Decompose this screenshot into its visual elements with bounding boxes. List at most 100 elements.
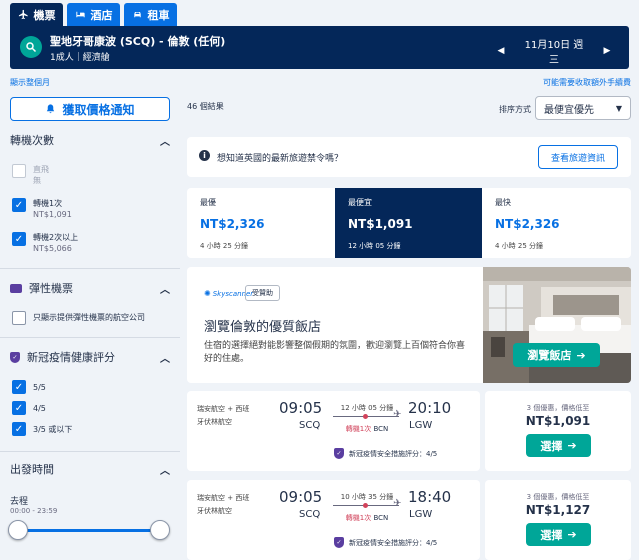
sort-tab-title: 最快 bbox=[495, 198, 511, 207]
sort-tab-cheapest[interactable]: 最便宜 NT$1,091 12 小時 05 分鐘 bbox=[335, 188, 482, 258]
sort-tab-title: 最便宜 bbox=[348, 198, 372, 207]
sort-tab-title: 最優 bbox=[200, 198, 216, 207]
sort-value: 最便宜優先 bbox=[544, 104, 594, 116]
covid-option-5[interactable]: ✓ 5/5 bbox=[12, 380, 46, 394]
covid-option-3[interactable]: ✓ 3/5 或以下 bbox=[12, 422, 72, 436]
price-alert-button[interactable]: 獲取價格通知 bbox=[10, 97, 170, 121]
hotel-ad-card[interactable]: ✺ Skyscanner 受贊助 瀏覽倫敦的優質飯店 住宿的選擇絕對能影響整個假期… bbox=[187, 267, 631, 383]
tab-cars[interactable]: 租車 bbox=[124, 3, 177, 26]
covid-rating-text: 新冠疫情安全措施評分：4/5 bbox=[349, 538, 438, 547]
info-icon: i bbox=[199, 150, 210, 161]
chevron-up-icon[interactable]: ︿ bbox=[160, 350, 170, 365]
covid-rating-text: 新冠疫情安全措施評分：4/5 bbox=[349, 449, 438, 458]
sponsored-badge: 受贊助 bbox=[245, 285, 280, 301]
tab-hotels[interactable]: 酒店 bbox=[67, 3, 120, 26]
flexible-filter-title: 彈性機票 bbox=[29, 282, 73, 295]
covid-filter-header[interactable]: ✓ 新冠疫情健康評分 ︿ bbox=[10, 349, 170, 365]
sort-tab-fastest[interactable]: 最快 NT$2,326 4 小時 25 分鐘 bbox=[482, 188, 631, 258]
airplane-icon: ✈ bbox=[393, 498, 402, 509]
option-label: 4/5 bbox=[33, 403, 46, 413]
sort-select[interactable]: 最便宜優先 ▼ bbox=[535, 96, 631, 120]
depart-airport: SCQ bbox=[299, 509, 321, 520]
airline-name: 瑞安航空 + 西班 牙伏林航空 bbox=[197, 494, 250, 515]
view-travel-info-button[interactable]: 查看旅遊資訊 bbox=[538, 145, 618, 169]
checkbox-two-plus[interactable]: ✓ bbox=[12, 232, 26, 246]
option-label: 5/5 bbox=[33, 382, 46, 392]
option-label: 轉機2次以上 bbox=[33, 233, 79, 242]
stop-dot bbox=[363, 503, 368, 508]
shield-icon: ✓ bbox=[10, 351, 20, 363]
sort-tab-duration: 12 小時 05 分鐘 bbox=[348, 242, 401, 250]
slider-handle-start[interactable] bbox=[8, 520, 28, 540]
next-date-icon[interactable]: ▶ bbox=[597, 46, 617, 56]
date-selector: ◀ 11月10日 週三 ▶ bbox=[491, 36, 617, 66]
travel-advisory-banner: i 想知道英國的最新旅遊禁令嗎？ 查看旅遊資訊 bbox=[187, 137, 631, 177]
advisory-text: 想知道英國的最新旅遊禁令嗎？ bbox=[217, 154, 344, 164]
flight-result-card[interactable]: 瑞安航空 + 西班 牙伏林航空 09:05 SCQ 10 小時 35 分鐘 ✈ 轉… bbox=[187, 480, 480, 560]
flight-result-card[interactable]: 瑞安航空 + 西班 牙伏林航空 09:05 SCQ 12 小時 05 分鐘 ✈ 轉… bbox=[187, 391, 480, 471]
covid-option-4[interactable]: ✓ 4/5 bbox=[12, 401, 46, 415]
stops-text: 轉機1次 BCN bbox=[345, 425, 389, 433]
dropdown-arrow-icon: ▼ bbox=[615, 103, 622, 113]
checkbox-one-stop[interactable]: ✓ bbox=[12, 198, 26, 212]
arrive-airport: LGW bbox=[409, 420, 433, 431]
select-label: 選擇 bbox=[540, 528, 563, 542]
stops-option-one[interactable]: ✓ 轉機1次 NT$1,091 bbox=[12, 198, 72, 220]
option-sub: NT$5,066 bbox=[33, 244, 72, 253]
flight-duration: 10 小時 35 分鐘 bbox=[340, 493, 394, 501]
baggage-fees-link[interactable]: 可能需要收取額外手續費 bbox=[543, 77, 631, 88]
flight-price-panel: 3 個優惠，價格低至 NT$1,091 選擇 ➔ bbox=[485, 391, 631, 471]
depart-time: 09:05 bbox=[279, 399, 323, 417]
flight-price: NT$1,091 bbox=[525, 414, 591, 428]
tab-flights[interactable]: 機票 bbox=[10, 3, 63, 26]
shield-icon: ✓ bbox=[334, 448, 344, 459]
tab-flights-label: 機票 bbox=[33, 8, 56, 22]
flexible-filter-header[interactable]: 彈性機票 ︿ bbox=[10, 280, 170, 296]
sort-tab-duration: 4 小時 25 分鐘 bbox=[200, 242, 249, 250]
time-slider-track[interactable] bbox=[18, 529, 160, 532]
checkbox-direct[interactable] bbox=[12, 164, 26, 178]
airline-name: 瑞安航空 + 西班 牙伏林航空 bbox=[197, 405, 250, 426]
sort-tab-best[interactable]: 最優 NT$2,326 4 小時 25 分鐘 bbox=[187, 188, 335, 258]
prev-date-icon[interactable]: ◀ bbox=[491, 46, 511, 56]
price-alert-label: 獲取價格通知 bbox=[62, 102, 135, 117]
stops-option-two-plus[interactable]: ✓ 轉機2次以上 NT$5,066 bbox=[12, 232, 78, 254]
flexible-option[interactable]: 只顯示提供彈性機票的航空公司 bbox=[12, 311, 145, 325]
hotel-ad-title: 瀏覽倫敦的優質飯店 bbox=[204, 320, 322, 335]
airplane-icon: ✈ bbox=[393, 409, 402, 420]
slider-handle-end[interactable] bbox=[150, 520, 170, 540]
search-summary-bar[interactable]: 聖地牙哥康波 (SCQ) - 倫敦 (任何) 1成人｜經濟艙 ◀ 11月10日 … bbox=[10, 26, 629, 69]
option-label: 3/5 或以下 bbox=[33, 424, 73, 434]
checkbox-covid-5[interactable]: ✓ bbox=[12, 380, 26, 394]
stops-filter-header[interactable]: 轉機次數 ︿ bbox=[10, 132, 170, 148]
shield-icon: ✓ bbox=[334, 537, 344, 548]
browse-hotels-label: 瀏覽飯店 bbox=[527, 349, 572, 362]
select-flight-button[interactable]: 選擇 ➔ bbox=[526, 434, 591, 457]
sunburst-icon: ✺ bbox=[204, 289, 211, 298]
car-icon bbox=[133, 11, 141, 18]
bell-icon bbox=[47, 104, 55, 114]
search-icon[interactable] bbox=[20, 36, 42, 58]
checkbox-covid-3[interactable]: ✓ bbox=[12, 422, 26, 436]
checkbox-flexible[interactable] bbox=[12, 311, 26, 325]
sort-label: 排序方式 bbox=[499, 105, 531, 114]
date-text[interactable]: 11月10日 週三 bbox=[521, 36, 587, 66]
option-label: 只顯示提供彈性機票的航空公司 bbox=[33, 313, 145, 322]
checkbox-covid-4[interactable]: ✓ bbox=[12, 401, 26, 415]
stop-dot bbox=[363, 414, 368, 419]
option-sub: NT$1,091 bbox=[33, 210, 72, 219]
arrow-right-icon: ➔ bbox=[567, 528, 577, 541]
stops-filter-title: 轉機次數 bbox=[10, 134, 54, 147]
browse-hotels-button[interactable]: 瀏覽飯店 ➔ bbox=[513, 343, 600, 367]
select-label: 選擇 bbox=[540, 439, 563, 453]
chevron-up-icon[interactable]: ︿ bbox=[160, 281, 170, 296]
sort-tab-price: NT$2,326 bbox=[200, 217, 265, 231]
chevron-up-icon[interactable]: ︿ bbox=[160, 133, 170, 148]
depart-time: 09:05 bbox=[279, 488, 323, 506]
select-flight-button[interactable]: 選擇 ➔ bbox=[526, 523, 591, 546]
show-whole-month-link[interactable]: 顯示整個月 bbox=[10, 77, 50, 88]
covid-rating: ✓ 新冠疫情安全措施評分：4/5 bbox=[334, 448, 437, 459]
chevron-up-icon[interactable]: ︿ bbox=[160, 462, 170, 477]
stops-option-direct[interactable]: 直飛無 bbox=[12, 164, 49, 186]
departure-filter-header[interactable]: 出發時間 ︿ bbox=[10, 461, 170, 477]
